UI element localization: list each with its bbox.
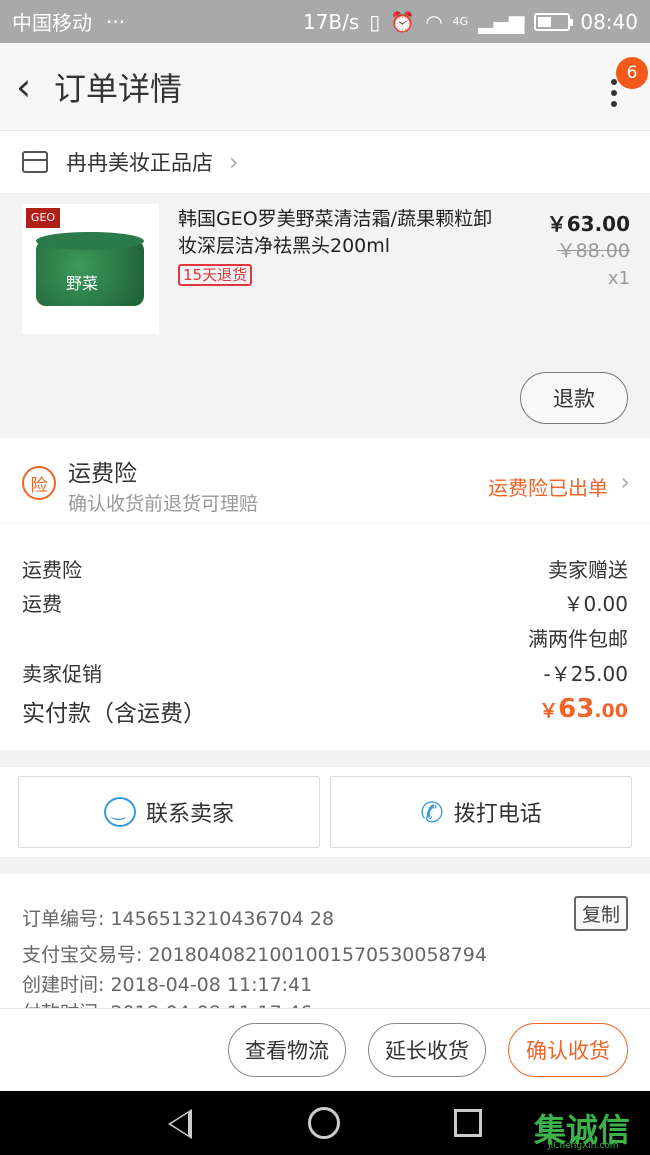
summary-row: 运费险 卖家赠送 [22,554,628,583]
summary-row: 运费 ￥0.00 [22,588,628,617]
brand-logo: GEO [26,208,60,228]
more-icon [611,78,617,107]
jar-lid [36,232,144,250]
chevron-right-icon: › [229,148,239,176]
shop-name: 冉冉美妆正品店 [66,151,213,175]
insurance-icon: 险 [22,466,56,500]
original-price: ￥88.00 [556,240,630,262]
total-amount: ￥63.00 [539,694,628,728]
alipay-number: 支付宝交易号: 2018040821001001570530058794 [22,944,487,966]
product-price: ￥63.00 [546,212,630,236]
summary-label: 运费险 [22,558,82,582]
summary-label: 卖家促销 [22,662,102,686]
summary-value: 卖家赠送 [548,558,628,582]
network-speed: 17B/s [302,9,360,34]
status-more: ··· [106,9,126,34]
network-type: 4G [452,15,469,28]
summary-row: 满两件包邮 [22,623,628,652]
recents-nav-icon[interactable] [454,1109,482,1137]
shop-icon [22,151,48,173]
wifi-icon: ◠ [425,9,443,34]
summary-value: -￥25.00 [543,662,628,686]
copy-button[interactable]: 复制 [573,896,628,931]
summary-row: 卖家促销 -￥25.00 [22,658,628,687]
nav-bar: ‹ 订单详情 6 [0,43,650,131]
watermark-url: JiChengXin.com [548,1141,619,1151]
system-nav-bar: 集诚信 JiChengXin.com [0,1091,650,1155]
summary-value: ￥0.00 [563,592,628,616]
back-nav-icon[interactable] [168,1109,192,1139]
contact-section: 联系卖家 ✆ 拨打电话 [0,767,650,857]
summary-label: 运费 [22,592,62,616]
notification-badge: 6 [616,56,648,89]
product-image[interactable]: GEO 野菜 [22,204,159,334]
summary-value: 满两件包邮 [528,627,628,651]
carrier-name: 中国移动 [12,11,92,35]
total-label: 实付款（含运费） [22,701,206,727]
home-nav-icon[interactable] [308,1107,340,1139]
total-integer: 63 [558,694,595,724]
phone-icon: ✆ [420,795,444,829]
total-row: 实付款（含运费） ￥63.00 [22,694,628,728]
product-card[interactable]: GEO 野菜 韩国GEO罗美野菜清洁霜/蔬果颗粒卸妆深层洁净祛黑头200ml 1… [0,194,650,438]
confirm-receipt-button[interactable]: 确认收货 [508,1023,628,1077]
call-phone-label: 拨打电话 [453,802,542,827]
product-quantity: x1 [607,268,630,289]
battery-fill [538,16,551,27]
battery-icon [534,12,574,31]
product-name: 韩国GEO罗美野菜清洁霜/蔬果颗粒卸妆深层洁净祛黑头200ml [178,208,493,257]
order-number: 订单编号: 1456513210436704 28 [22,908,335,930]
clock: 08:40 [580,9,638,34]
return-policy-tag: 15天退货 [178,264,253,286]
order-info: 订单编号: 1456513210436704 28 复制 支付宝交易号: 201… [0,874,650,1008]
insurance-title: 运费险 [68,461,137,487]
alarm-icon: ⏰ [390,9,416,34]
contact-seller-button[interactable]: 联系卖家 [18,776,320,848]
vibrate-icon: ▯ [369,9,381,34]
status-bar: 中国移动 ··· 17B/s ▯ ⏰ ◠ 4G ▂▄▆ 08:40 [0,0,650,43]
price-summary: 运费险 卖家赠送 运费 ￥0.00 满两件包邮 卖家促销 -￥25.00 实付款… [0,524,650,750]
jar-label: 野菜 [66,274,99,293]
action-bar: 查看物流 延长收货 确认收货 [0,1008,650,1091]
total-decimal: .00 [594,700,628,722]
back-icon[interactable]: ‹ [16,65,44,109]
more-menu-button[interactable]: 6 [594,56,648,117]
call-phone-button[interactable]: ✆ 拨打电话 [330,776,632,848]
insurance-status: 运费险已出单 [488,476,608,500]
chat-icon [103,797,136,827]
shipping-insurance-row[interactable]: 险 运费险 确认收货前退货可理赔 运费险已出单 › [0,438,650,524]
chevron-right-icon: › [620,468,630,496]
insurance-subtitle: 确认收货前退货可理赔 [68,493,259,515]
total-currency: ￥ [539,700,559,722]
extend-receipt-button[interactable]: 延长收货 [368,1023,486,1077]
view-logistics-button[interactable]: 查看物流 [228,1023,346,1077]
shop-row[interactable]: 冉冉美妆正品店 › [0,131,650,194]
contact-seller-label: 联系卖家 [145,802,234,827]
created-time: 创建时间: 2018-04-08 11:17:41 [22,974,313,996]
page-title: 订单详情 [54,69,183,108]
refund-button[interactable]: 退款 [520,372,628,424]
signal-icon: ▂▄▆ [478,9,525,34]
paid-time: 付款时间: 2018-04-08 11:17:46 [22,998,312,1008]
